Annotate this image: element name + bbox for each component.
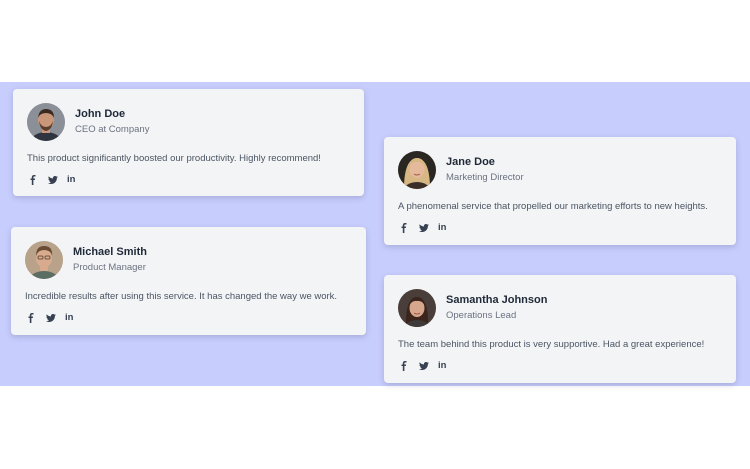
facebook-icon[interactable]: [27, 174, 39, 186]
testimonial-quote: The team behind this product is very sup…: [398, 339, 705, 350]
avatar: [25, 241, 63, 279]
testimonial-card: John Doe CEO at Company This product sig…: [13, 89, 364, 196]
social-links: in: [27, 174, 350, 186]
social-links: in: [398, 222, 722, 234]
social-links: in: [398, 360, 722, 372]
testimonial-card: Michael Smith Product Manager Incredible…: [11, 227, 366, 335]
twitter-icon[interactable]: [45, 312, 57, 324]
linkedin-icon[interactable]: in: [67, 174, 75, 186]
twitter-icon[interactable]: [418, 360, 430, 372]
person-name: Jane Doe: [446, 156, 495, 168]
person-role: CEO at Company: [75, 124, 150, 135]
testimonial-quote: This product significantly boosted our p…: [27, 153, 321, 164]
social-links: in: [25, 312, 352, 324]
linkedin-icon[interactable]: in: [438, 360, 446, 372]
person-name: Samantha Johnson: [446, 294, 548, 306]
avatar: [27, 103, 65, 141]
facebook-icon[interactable]: [25, 312, 37, 324]
person-role: Product Manager: [73, 262, 146, 273]
avatar: [398, 151, 436, 189]
person-role: Marketing Director: [446, 172, 524, 183]
facebook-icon[interactable]: [398, 360, 410, 372]
facebook-icon[interactable]: [398, 222, 410, 234]
linkedin-icon[interactable]: in: [438, 222, 446, 234]
linkedin-icon[interactable]: in: [65, 312, 73, 324]
twitter-icon[interactable]: [47, 174, 59, 186]
avatar: [398, 289, 436, 327]
person-role: Operations Lead: [446, 310, 517, 321]
testimonial-quote: Incredible results after using this serv…: [25, 291, 338, 302]
twitter-icon[interactable]: [418, 222, 430, 234]
testimonial-card: Samantha Johnson Operations Lead The tea…: [384, 275, 736, 383]
testimonial-quote: A phenomenal service that propelled our …: [398, 201, 708, 212]
testimonial-card: Jane Doe Marketing Director A phenomenal…: [384, 137, 736, 245]
person-name: John Doe: [75, 108, 126, 120]
person-name: Michael Smith: [73, 246, 147, 258]
